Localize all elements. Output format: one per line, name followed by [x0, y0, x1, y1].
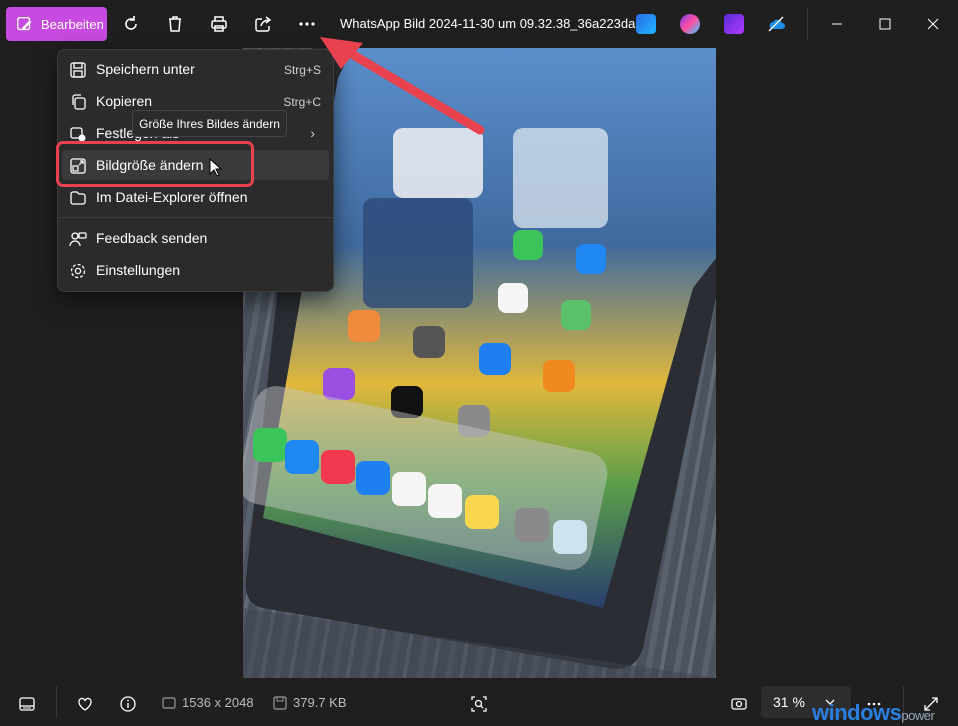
dimensions-value: 1536 x 2048	[182, 695, 254, 710]
info-icon[interactable]	[116, 692, 140, 716]
edit-button[interactable]: Bearbeiten	[6, 7, 107, 41]
disk-icon	[273, 695, 287, 710]
menu-separator	[58, 217, 333, 218]
resize-tooltip: Größe Ihres Bildes ändern	[132, 110, 287, 137]
menu-item-label: Im Datei-Explorer öffnen	[96, 189, 248, 205]
annotation-highlight-box	[56, 141, 254, 187]
filmstrip-icon[interactable]	[15, 692, 39, 716]
menu-item-label: Feedback senden	[96, 230, 208, 246]
share-icon[interactable]	[249, 10, 277, 38]
annotation-arrow-icon	[320, 37, 485, 135]
status-divider	[56, 686, 57, 718]
file-size: 379.7 KB	[273, 695, 347, 710]
zoom-value: 31 %	[773, 694, 805, 710]
visual-search-icon[interactable]	[467, 692, 491, 716]
feedback-icon	[69, 232, 87, 247]
print-icon[interactable]	[205, 10, 233, 38]
copy-icon	[72, 94, 86, 110]
image-dimensions: 1536 x 2048	[162, 695, 254, 710]
edit-image-icon	[17, 17, 32, 31]
watermark-logo: windowspower	[812, 700, 935, 725]
mouse-cursor-icon	[209, 158, 223, 177]
file-title: WhatsApp Bild 2024-11-30 um 09.32.38_36a…	[340, 16, 647, 31]
menu-item-save-as[interactable]: Speichern unter Strg+S	[62, 54, 329, 84]
clipchamp-icon[interactable]	[724, 14, 744, 34]
menu-item-settings[interactable]: Einstellungen	[62, 255, 329, 285]
bottom-status-bar: 1536 x 2048 379.7 KB 31 % windowspower	[0, 678, 958, 726]
save-icon	[70, 62, 86, 78]
more-icon[interactable]	[293, 10, 321, 38]
fit-to-window-icon[interactable]	[727, 692, 751, 716]
settings-icon	[70, 263, 86, 279]
close-button[interactable]	[910, 0, 956, 48]
designer-icon[interactable]	[636, 14, 656, 34]
toolbar-divider	[807, 8, 808, 40]
folder-icon	[70, 191, 86, 205]
menu-item-label: Kopieren	[96, 93, 153, 109]
dimensions-icon	[162, 696, 176, 709]
maximize-button[interactable]	[862, 0, 908, 48]
rotate-icon[interactable]	[117, 10, 145, 38]
minimize-button[interactable]	[814, 0, 860, 48]
menu-item-label: Einstellungen	[96, 262, 181, 278]
menu-item-label: Speichern unter	[96, 61, 195, 77]
onedrive-icon[interactable]	[766, 14, 786, 34]
menu-item-feedback[interactable]: Feedback senden	[62, 223, 329, 253]
file-size-value: 379.7 KB	[293, 695, 347, 710]
copilot-icon[interactable]	[680, 14, 700, 34]
edit-button-label: Bearbeiten	[41, 16, 104, 32]
favorite-icon[interactable]	[73, 692, 97, 716]
delete-icon[interactable]	[161, 10, 189, 38]
